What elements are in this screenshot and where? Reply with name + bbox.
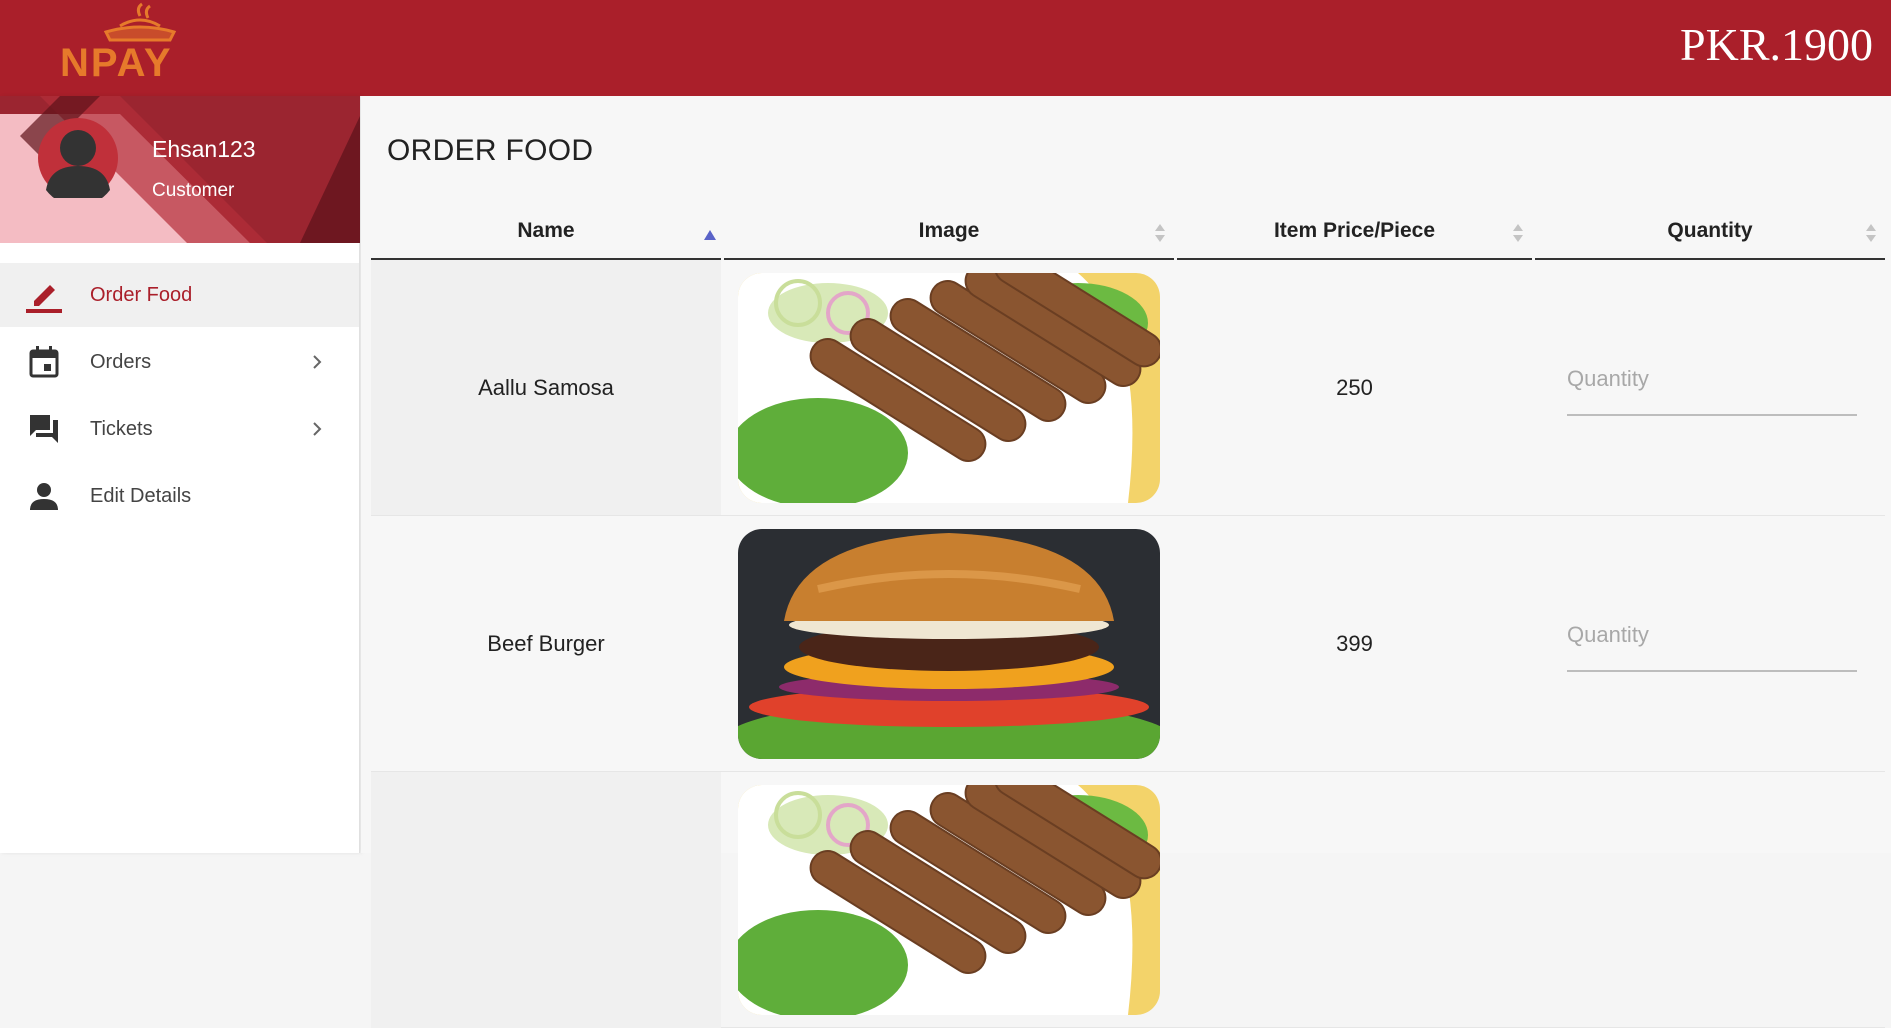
sidebar-item-label: Order Food	[90, 283, 193, 306]
chevron-right-icon	[305, 350, 329, 374]
forum-icon	[26, 411, 62, 447]
quantity-field	[1567, 616, 1857, 672]
food-table: Name Image Item Price/Piece Quantity Aal…	[371, 204, 1885, 1028]
column-header-label: Item Price/Piece	[1273, 219, 1436, 242]
sort-icon	[1512, 223, 1524, 243]
chevron-right-icon	[305, 417, 329, 441]
sidebar-item-order-food[interactable]: Order Food	[0, 263, 359, 327]
food-price: 250	[1336, 374, 1373, 400]
profile-card: Ehsan123 Customer	[0, 96, 360, 243]
profile-role: Customer	[152, 180, 235, 201]
pencil-icon	[26, 277, 62, 313]
profile-username: Ehsan123	[152, 136, 256, 162]
column-header-name[interactable]: Name	[371, 204, 721, 260]
sidebar-item-edit-details[interactable]: Edit Details	[0, 464, 359, 528]
top-header: NPAY PKR.1900	[0, 0, 1891, 96]
table-body: Aallu Samosa 250 Beef Burger	[371, 260, 1885, 1028]
sort-ascending-icon	[703, 224, 716, 244]
person-icon	[26, 478, 62, 514]
sidebar-item-label: Orders	[90, 350, 152, 373]
table-row: Aallu Samosa 250	[371, 260, 1885, 516]
column-header-price[interactable]: Item Price/Piece	[1177, 204, 1532, 260]
logo-text: NPAY	[60, 41, 173, 85]
account-balance: PKR.1900	[1680, 19, 1873, 70]
sidebar-item-orders[interactable]: Orders	[0, 330, 359, 394]
sort-icon	[1154, 223, 1166, 243]
food-image-cell	[724, 260, 1174, 515]
quantity-input[interactable]	[1567, 621, 1857, 648]
sidebar-nav: Order Food Orders Tickets Edit Details	[0, 263, 359, 528]
table-row	[371, 772, 1885, 1028]
main-content: ORDER FOOD Name Image Item Price/Piece Q…	[361, 96, 1891, 1028]
quantity-cell	[1535, 260, 1885, 515]
sidebar-item-label: Edit Details	[90, 484, 192, 507]
table-row: Beef Burger 399	[371, 516, 1885, 772]
column-header-label: Image	[918, 219, 980, 242]
seekh-kebab-image	[738, 273, 1160, 503]
quantity-input[interactable]	[1567, 365, 1857, 392]
sort-icon	[1865, 223, 1877, 243]
food-name: Beef Burger	[371, 516, 721, 771]
quantity-field	[1567, 360, 1857, 416]
column-header-label: Name	[517, 219, 575, 242]
food-image-cell	[724, 516, 1174, 771]
seekh-kebab-image	[738, 785, 1160, 1015]
sidebar-item-label: Tickets	[90, 417, 153, 440]
calendar-icon	[26, 344, 62, 380]
food-name: Aallu Samosa	[371, 260, 721, 515]
column-header-label: Quantity	[1667, 219, 1753, 242]
column-header-image[interactable]: Image	[724, 204, 1174, 260]
sidebar-item-tickets[interactable]: Tickets	[0, 397, 359, 461]
page-title: ORDER FOOD	[387, 134, 594, 167]
quantity-cell	[1535, 516, 1885, 771]
column-header-quantity[interactable]: Quantity	[1535, 204, 1885, 260]
avatar	[38, 118, 118, 206]
npay-logo[interactable]: NPAY	[58, 0, 228, 90]
burger-image	[738, 529, 1160, 759]
table-header: Name Image Item Price/Piece Quantity	[371, 204, 1885, 260]
sidebar: Ehsan123 Customer Order Food Orders Tick…	[0, 96, 360, 853]
food-price: 399	[1336, 630, 1373, 656]
food-image-cell	[724, 772, 1174, 1015]
food-name	[371, 772, 721, 1028]
